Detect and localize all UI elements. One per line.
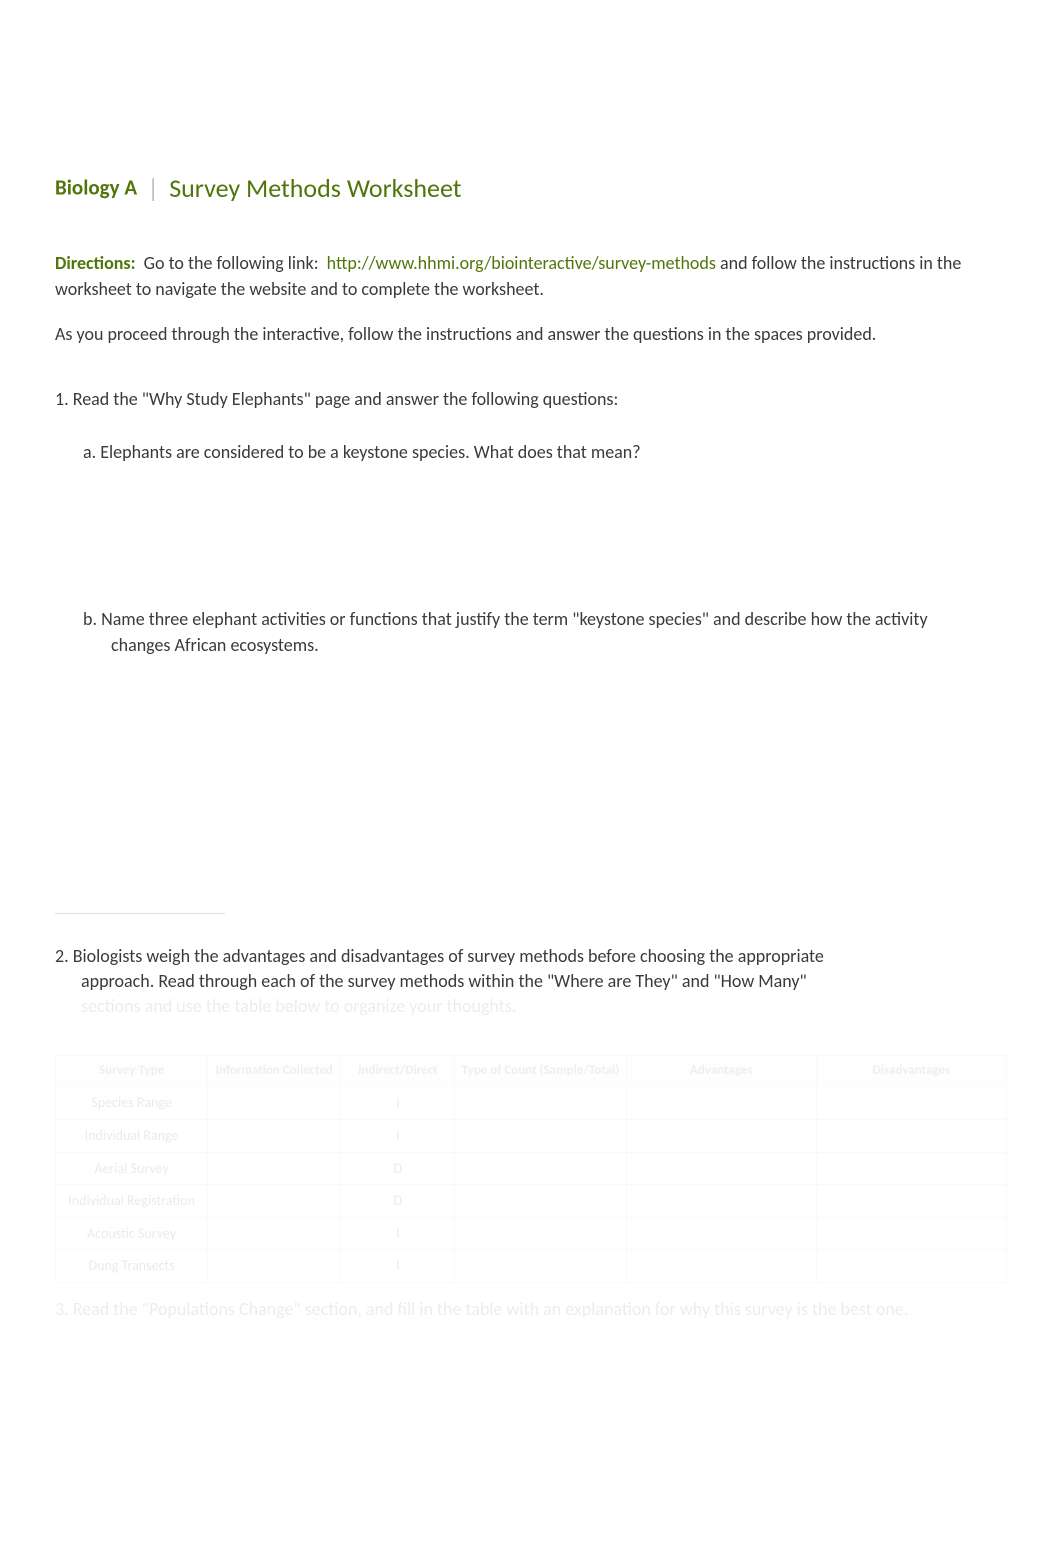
- cell-empty: [208, 1217, 341, 1250]
- table-row: Acoustic Survey I: [56, 1217, 1007, 1250]
- question-1b-line1: b. Name three elephant activities or fun…: [83, 608, 928, 630]
- cell-empty: [626, 1185, 816, 1218]
- cell-empty: [455, 1250, 626, 1283]
- cell-empty: [208, 1250, 341, 1283]
- cell-type: D: [341, 1152, 455, 1185]
- cell-survey-name: Individual Range: [56, 1120, 208, 1153]
- question-2-line2: approach. Read through each of the surve…: [71, 969, 1007, 994]
- cell-empty: [816, 1185, 1006, 1218]
- cell-survey-name: Species Range: [56, 1087, 208, 1120]
- directions-label: Directions:: [55, 252, 136, 274]
- cell-type: I: [341, 1120, 455, 1153]
- question-2-line1: 2. Biologists weigh the advantages and d…: [55, 945, 824, 967]
- cell-empty: [816, 1217, 1006, 1250]
- col-type-of-count: Type of Count (Sample/Total): [455, 1056, 626, 1087]
- cell-survey-name: Acoustic Survey: [56, 1217, 208, 1250]
- cell-empty: [626, 1217, 816, 1250]
- section-divider: [55, 913, 225, 914]
- document-title: Survey Methods Worksheet: [169, 172, 461, 204]
- col-advantages: Advantages: [626, 1056, 816, 1087]
- directions-pre-link: Go to the following link:: [144, 252, 319, 274]
- cell-empty: [208, 1087, 341, 1120]
- directions-line-2: As you proceed through the interactive, …: [55, 322, 1007, 347]
- cell-type: I: [341, 1217, 455, 1250]
- question-1b: b. Name three elephant activities or fun…: [83, 607, 1007, 657]
- table-header-row: Survey Type Information Collected Indire…: [56, 1056, 1007, 1087]
- col-disadvantages: Disadvantages: [816, 1056, 1006, 1087]
- cell-empty: [208, 1152, 341, 1185]
- cell-empty: [626, 1087, 816, 1120]
- page-header: Biology A | Survey Methods Worksheet: [55, 170, 1007, 206]
- cell-empty: [455, 1120, 626, 1153]
- cell-type: I: [341, 1087, 455, 1120]
- cell-empty: [455, 1217, 626, 1250]
- col-info-collected: Information Collected: [208, 1056, 341, 1087]
- cell-empty: [455, 1185, 626, 1218]
- table-row: Species Range I: [56, 1087, 1007, 1120]
- cell-survey-name: Dung Transects: [56, 1250, 208, 1283]
- question-2: 2. Biologists weigh the advantages and d…: [55, 944, 1007, 1020]
- survey-methods-link[interactable]: http://www.hhmi.org/biointeractive/surve…: [327, 252, 716, 274]
- cell-survey-name: Individual Registration: [56, 1185, 208, 1218]
- title-divider: |: [147, 172, 159, 204]
- question-1: 1. Read the "Why Study Elephants" page a…: [55, 387, 1007, 412]
- cell-empty: [455, 1087, 626, 1120]
- cell-empty: [626, 1152, 816, 1185]
- survey-methods-table: Survey Type Information Collected Indire…: [55, 1055, 1007, 1283]
- table-row: Aerial Survey D: [56, 1152, 1007, 1185]
- table-row: Individual Registration D: [56, 1185, 1007, 1218]
- table-row: Individual Range I: [56, 1120, 1007, 1153]
- cell-empty: [626, 1120, 816, 1153]
- table-row: Dung Transects I: [56, 1250, 1007, 1283]
- cell-empty: [816, 1087, 1006, 1120]
- question-3: 3. Read the "Populations Change" section…: [55, 1297, 1007, 1322]
- cell-empty: [208, 1120, 341, 1153]
- cell-empty: [816, 1152, 1006, 1185]
- question-1a: a. Elephants are considered to be a keys…: [83, 440, 1007, 465]
- cell-type: D: [341, 1185, 455, 1218]
- cell-empty: [455, 1152, 626, 1185]
- cell-empty: [208, 1185, 341, 1218]
- cell-empty: [816, 1250, 1006, 1283]
- course-name: Biology A: [55, 175, 137, 201]
- col-indirect-direct: Indirect/Direct: [341, 1056, 455, 1087]
- question-1b-line2: changes African ecosystems.: [99, 633, 1007, 658]
- cell-type: I: [341, 1250, 455, 1283]
- directions-paragraph: Directions: Go to the following link: ht…: [55, 251, 1007, 301]
- question-2-line3: sections and use the table below to orga…: [71, 994, 1007, 1019]
- cell-empty: [816, 1120, 1006, 1153]
- cell-empty: [626, 1250, 816, 1283]
- cell-survey-name: Aerial Survey: [56, 1152, 208, 1185]
- col-survey-type: Survey Type: [56, 1056, 208, 1087]
